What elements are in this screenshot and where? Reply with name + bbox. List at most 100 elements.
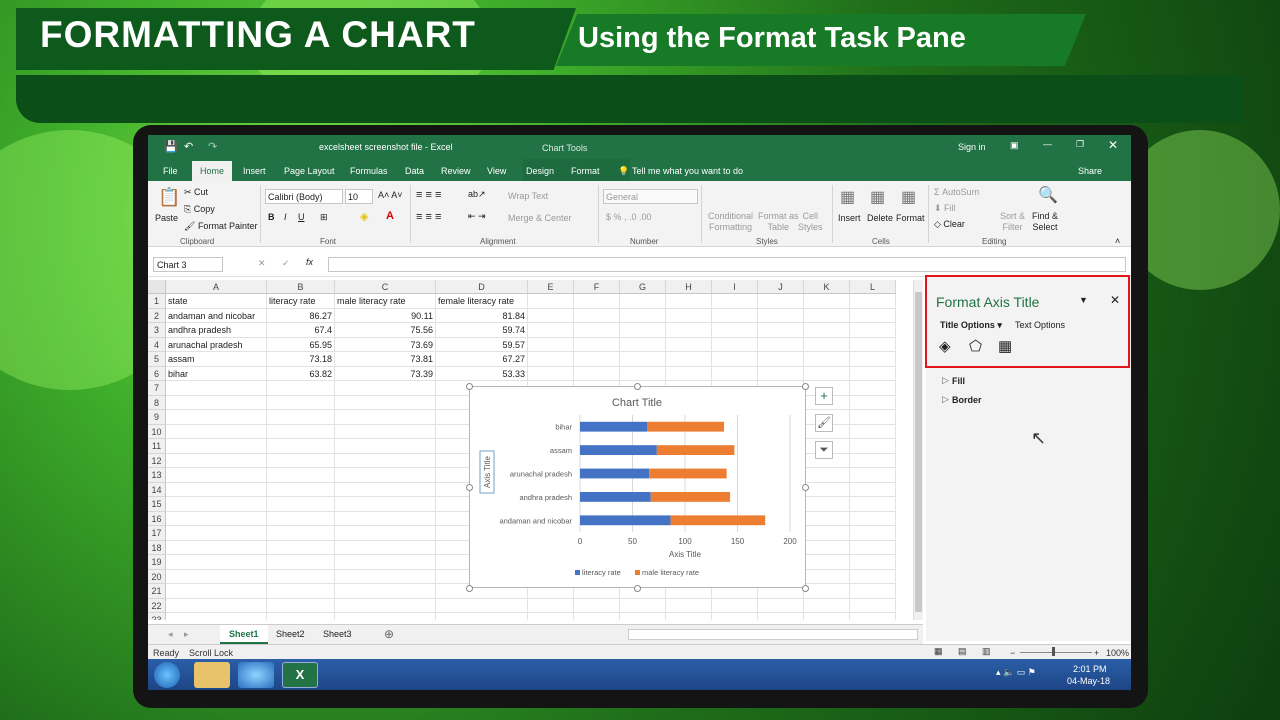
- zoom-in-button[interactable]: +: [1094, 648, 1099, 658]
- row-header[interactable]: 17: [148, 526, 166, 541]
- sheet-tab-sheet3[interactable]: Sheet3: [323, 629, 352, 639]
- cell[interactable]: [804, 511, 850, 526]
- cell[interactable]: [166, 410, 267, 425]
- bold-button[interactable]: B: [268, 212, 275, 222]
- find-icon[interactable]: 🔍: [1038, 185, 1058, 205]
- cell[interactable]: [574, 366, 620, 381]
- column-header[interactable]: K: [804, 280, 850, 294]
- row-header[interactable]: 14: [148, 482, 166, 497]
- cell[interactable]: [335, 424, 436, 439]
- paste-button[interactable]: Paste: [155, 213, 178, 223]
- cell[interactable]: [166, 598, 267, 613]
- legend-label[interactable]: male literacy rate: [642, 568, 699, 577]
- cell[interactable]: [850, 453, 896, 468]
- clear-button[interactable]: ◇ Clear: [934, 219, 965, 230]
- font-size-buttons[interactable]: A˄ A˅: [378, 190, 403, 200]
- windows-start-button[interactable]: [154, 662, 180, 688]
- category-label[interactable]: andaman and nicobar: [499, 516, 572, 525]
- cell[interactable]: [804, 337, 850, 352]
- name-box[interactable]: Chart 3: [153, 257, 223, 272]
- cell[interactable]: [712, 308, 758, 323]
- cell[interactable]: literacy rate: [267, 294, 335, 309]
- row-header[interactable]: 4: [148, 337, 166, 352]
- cell[interactable]: [804, 584, 850, 599]
- enter-icon[interactable]: ✓: [282, 258, 290, 269]
- insert-cells-icon[interactable]: ▦: [840, 187, 855, 207]
- cell[interactable]: [804, 526, 850, 541]
- x-tick-label[interactable]: 50: [628, 537, 637, 546]
- x-tick-label[interactable]: 0: [578, 537, 583, 546]
- column-header[interactable]: C: [335, 280, 436, 294]
- cell[interactable]: [758, 598, 804, 613]
- cell[interactable]: [166, 497, 267, 512]
- cell[interactable]: [850, 497, 896, 512]
- legend-swatch[interactable]: [635, 570, 640, 575]
- cell[interactable]: [804, 366, 850, 381]
- cell[interactable]: [804, 352, 850, 367]
- border-section[interactable]: Border: [952, 395, 982, 405]
- cell[interactable]: [712, 598, 758, 613]
- cell[interactable]: [666, 352, 712, 367]
- cell[interactable]: [267, 439, 335, 454]
- row-header[interactable]: 9: [148, 410, 166, 425]
- format-cells-icon[interactable]: ▦: [901, 187, 916, 207]
- cell[interactable]: [850, 482, 896, 497]
- cell[interactable]: [804, 308, 850, 323]
- cell[interactable]: [850, 308, 896, 323]
- bar-0[interactable]: [580, 445, 657, 456]
- fill-color-icon[interactable]: ◈: [360, 210, 368, 223]
- cell[interactable]: andhra pradesh: [166, 323, 267, 338]
- chart[interactable]: Chart Title 0 50 100 150 200 andaman and nicob…: [469, 386, 806, 588]
- cell[interactable]: [574, 337, 620, 352]
- cell[interactable]: [804, 294, 850, 309]
- cell[interactable]: [267, 540, 335, 555]
- bar-1[interactable]: [647, 421, 725, 432]
- cell[interactable]: 67.27: [436, 352, 528, 367]
- cell[interactable]: 90.11: [335, 308, 436, 323]
- borders-icon[interactable]: ⊞: [320, 212, 328, 223]
- sheet-nav-prev-icon[interactable]: ◂: [168, 629, 173, 640]
- cell[interactable]: [850, 395, 896, 410]
- cell[interactable]: [850, 337, 896, 352]
- cell[interactable]: assam: [166, 352, 267, 367]
- cell[interactable]: [267, 584, 335, 599]
- cell[interactable]: [267, 381, 335, 396]
- find-select-button[interactable]: Find & Select: [1032, 211, 1058, 233]
- tab-view[interactable]: View: [487, 166, 506, 176]
- fill-section[interactable]: Fill: [952, 376, 965, 386]
- share-button[interactable]: Share: [1078, 166, 1102, 176]
- chart-resize-handle[interactable]: [802, 484, 809, 491]
- cell[interactable]: 59.74: [436, 323, 528, 338]
- cell[interactable]: [804, 555, 850, 570]
- file-explorer-icon[interactable]: [194, 662, 230, 688]
- chart-title[interactable]: Chart Title: [612, 397, 662, 409]
- chart-resize-handle[interactable]: [802, 585, 809, 592]
- category-label[interactable]: arunachal pradesh: [510, 470, 572, 479]
- vertical-scroll-thumb[interactable]: [915, 292, 922, 612]
- tab-format[interactable]: Format: [571, 166, 600, 176]
- tab-insert[interactable]: Insert: [243, 166, 266, 176]
- cell[interactable]: [166, 395, 267, 410]
- cell[interactable]: [335, 584, 436, 599]
- chart-resize-handle[interactable]: [466, 484, 473, 491]
- row-header[interactable]: 13: [148, 468, 166, 483]
- cell[interactable]: [850, 569, 896, 584]
- category-label[interactable]: bihar: [555, 423, 572, 432]
- x-tick-label[interactable]: 100: [678, 537, 692, 546]
- cell[interactable]: [666, 366, 712, 381]
- bar-1[interactable]: [656, 445, 735, 456]
- format-cells-button[interactable]: Format: [896, 213, 925, 223]
- cell[interactable]: [850, 526, 896, 541]
- cell[interactable]: [335, 381, 436, 396]
- fill-button[interactable]: ⬇ Fill: [934, 203, 956, 214]
- row-header[interactable]: 21: [148, 584, 166, 599]
- zoom-out-button[interactable]: −: [1010, 648, 1015, 658]
- row-header[interactable]: 22: [148, 598, 166, 613]
- normal-view-icon[interactable]: ▦: [934, 646, 943, 657]
- horizontal-scrollbar[interactable]: [628, 629, 918, 640]
- formula-input[interactable]: [328, 257, 1126, 272]
- cell[interactable]: [850, 468, 896, 483]
- row-header[interactable]: 11: [148, 439, 166, 454]
- cell[interactable]: [166, 569, 267, 584]
- column-header[interactable]: J: [758, 280, 804, 294]
